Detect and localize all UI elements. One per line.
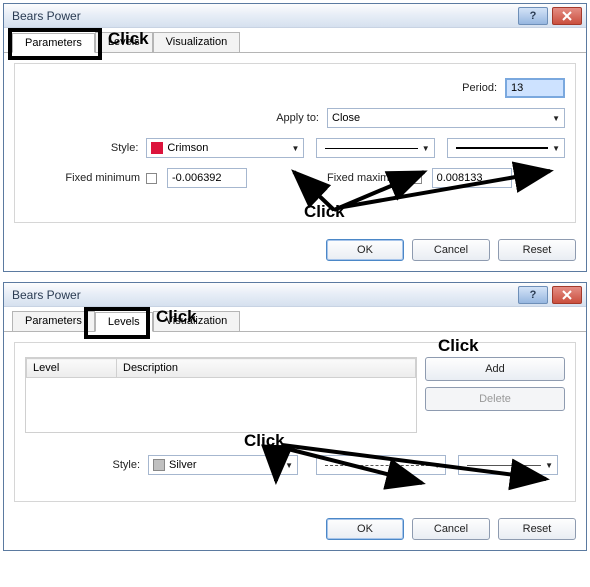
dialog-footer: OK Cancel Reset (4, 512, 586, 550)
ok-button[interactable]: OK (326, 239, 404, 261)
fixed-max-input (432, 168, 512, 188)
chevron-down-icon: ▼ (433, 461, 441, 470)
fixed-min-label: Fixed minimum (25, 172, 140, 184)
dialog-body: Period: Apply to: Close ▼ Style: Crimson… (4, 53, 586, 233)
window-title: Bears Power (12, 288, 518, 302)
delete-button: Delete (425, 387, 565, 411)
style-label: Style: (25, 142, 138, 154)
fixed-max-label: Fixed maximum (327, 172, 405, 184)
close-button[interactable] (552, 7, 582, 25)
reset-button[interactable]: Reset (498, 518, 576, 540)
titlebar: Bears Power ? (4, 283, 586, 307)
chevron-down-icon: ▼ (422, 144, 430, 153)
chevron-down-icon: ▼ (552, 114, 560, 123)
style-color-value: Silver (169, 459, 197, 471)
chevron-down-icon: ▼ (285, 461, 293, 470)
dialog-footer: OK Cancel Reset (4, 233, 586, 271)
tab-levels[interactable]: Levels (95, 312, 153, 332)
tab-parameters[interactable]: Parameters (12, 311, 95, 331)
tab-levels[interactable]: Levels (95, 32, 153, 52)
col-description[interactable]: Description (117, 359, 416, 378)
style-color-value: Crimson (167, 142, 208, 154)
panel-levels: Level Description Add Delete Style: (14, 342, 576, 502)
period-input[interactable] (505, 78, 565, 98)
levels-table: Level Description (26, 358, 416, 378)
reset-button[interactable]: Reset (498, 239, 576, 261)
close-button[interactable] (552, 286, 582, 304)
fixed-max-checkbox[interactable] (411, 173, 422, 184)
tab-parameters[interactable]: Parameters (12, 33, 95, 53)
ok-button[interactable]: OK (326, 518, 404, 540)
add-button[interactable]: Add (425, 357, 565, 381)
dialog-bears-power-levels: Bears Power ? Parameters Levels Visualiz… (3, 282, 587, 551)
col-level[interactable]: Level (27, 359, 117, 378)
tab-visualization[interactable]: Visualization (153, 32, 241, 52)
chevron-down-icon: ▼ (545, 461, 553, 470)
dialog-body: Level Description Add Delete Style: (4, 332, 586, 512)
apply-to-dropdown[interactable]: Close ▼ (327, 108, 565, 128)
style-line-dropdown[interactable]: ▼ (316, 455, 446, 475)
style-color-dropdown[interactable]: Silver ▼ (148, 455, 298, 475)
chevron-down-icon: ▼ (552, 144, 560, 153)
style-width-dropdown[interactable]: ▼ (458, 455, 558, 475)
tab-visualization[interactable]: Visualization (153, 311, 241, 331)
color-swatch-icon (153, 459, 165, 471)
panel-parameters: Period: Apply to: Close ▼ Style: Crimson… (14, 63, 576, 223)
fixed-min-checkbox[interactable] (146, 173, 157, 184)
levels-table-container: Level Description (25, 357, 417, 433)
table-header-row: Level Description (27, 359, 416, 378)
window-title: Bears Power (12, 9, 518, 23)
help-button[interactable]: ? (518, 7, 548, 25)
titlebar: Bears Power ? (4, 4, 586, 28)
fixed-min-input (167, 168, 247, 188)
chevron-down-icon: ▼ (291, 144, 299, 153)
style-width-dropdown[interactable]: ▼ (447, 138, 565, 158)
tabstrip: Parameters Levels Visualization (4, 28, 586, 53)
style-label: Style: (25, 459, 140, 471)
levels-side-buttons: Add Delete (425, 357, 565, 433)
color-swatch-icon (151, 142, 163, 154)
apply-to-label: Apply to: (276, 112, 319, 124)
tabstrip: Parameters Levels Visualization (4, 307, 586, 332)
period-label: Period: (437, 82, 497, 94)
style-color-dropdown[interactable]: Crimson ▼ (146, 138, 304, 158)
cancel-button[interactable]: Cancel (412, 239, 490, 261)
apply-to-value: Close (332, 112, 360, 124)
cancel-button[interactable]: Cancel (412, 518, 490, 540)
style-line-dropdown[interactable]: ▼ (316, 138, 434, 158)
help-button[interactable]: ? (518, 286, 548, 304)
dialog-bears-power-parameters: Bears Power ? Parameters Levels Visualiz… (3, 3, 587, 272)
